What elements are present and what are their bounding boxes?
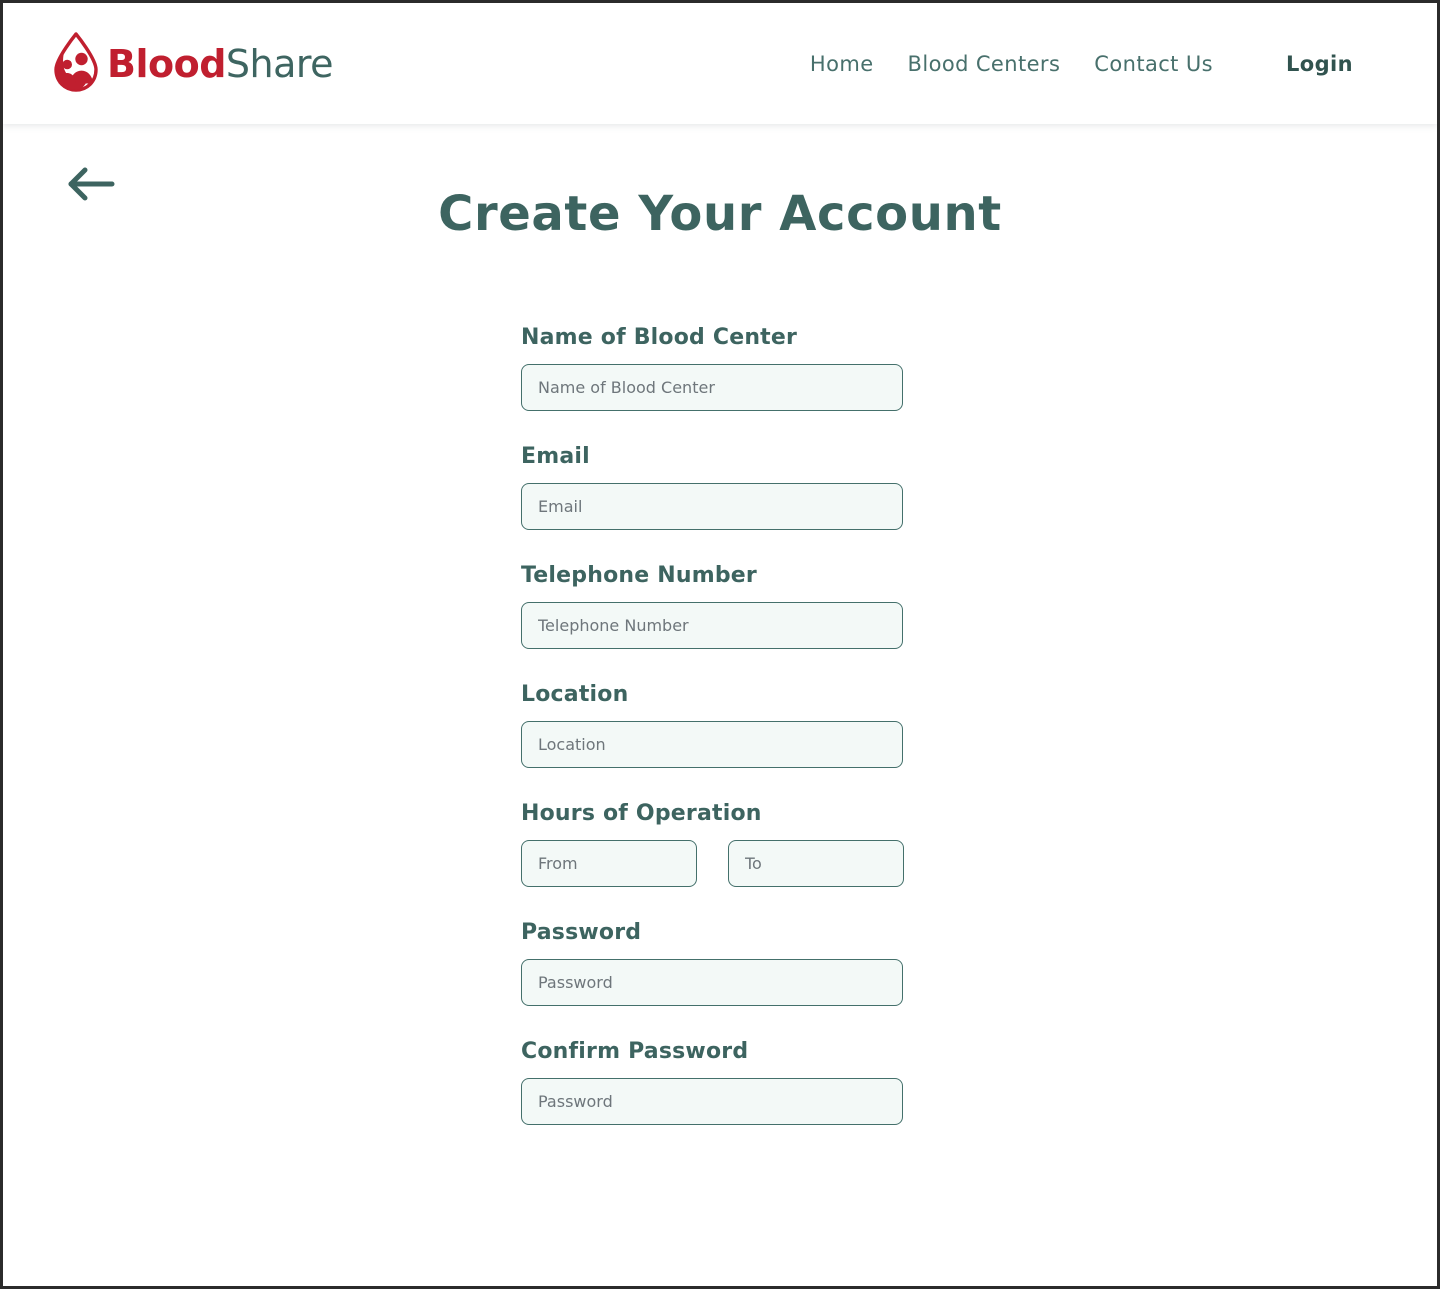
label-hours-of-operation: Hours of Operation xyxy=(521,800,762,826)
form-group-blood-center-name: Name of Blood Center xyxy=(521,325,903,411)
label-location: Location xyxy=(521,681,629,707)
form-group-confirm-password: Confirm Password xyxy=(521,1039,903,1125)
hours-row xyxy=(521,839,904,887)
nav-item-blood-centers[interactable]: Blood Centers xyxy=(891,44,1078,84)
form-group-telephone: Telephone Number xyxy=(521,563,903,649)
input-blood-center-name[interactable] xyxy=(521,363,903,411)
form-group-password: Password xyxy=(521,920,903,1006)
blood-drop-people-icon xyxy=(51,31,101,97)
arrow-left-icon xyxy=(64,166,116,205)
input-hours-from[interactable] xyxy=(521,839,697,887)
brand-text-secondary: Share xyxy=(225,41,334,86)
label-blood-center-name: Name of Blood Center xyxy=(521,324,798,350)
input-password[interactable] xyxy=(521,958,903,1006)
page-title: Create Your Account xyxy=(438,186,1002,242)
label-email: Email xyxy=(521,443,590,469)
form-bottom-spacer xyxy=(521,1158,903,1192)
nav-item-home[interactable]: Home xyxy=(793,44,891,84)
nav-item-contact-us[interactable]: Contact Us xyxy=(1077,44,1230,84)
signup-form: Name of Blood Center Email Telephone Num… xyxy=(521,241,904,1192)
brand-text-primary: Blood xyxy=(107,41,226,86)
main-navigation: Home Blood Centers Contact Us Login xyxy=(793,44,1353,84)
form-group-email: Email xyxy=(521,444,903,530)
input-email[interactable] xyxy=(521,482,903,530)
input-location[interactable] xyxy=(521,720,903,768)
input-confirm-password[interactable] xyxy=(521,1077,903,1125)
browser-viewport: BloodShare Home Blood Centers Contact Us… xyxy=(0,0,1440,1289)
input-hours-to[interactable] xyxy=(728,839,904,887)
brand-logo[interactable]: BloodShare xyxy=(51,31,334,97)
form-group-location: Location xyxy=(521,682,903,768)
page-body: Create Your Account Name of Blood Center… xyxy=(3,124,1437,1192)
back-button[interactable] xyxy=(60,161,120,209)
login-button[interactable]: Login xyxy=(1269,44,1353,84)
label-telephone: Telephone Number xyxy=(521,562,757,588)
site-header: BloodShare Home Blood Centers Contact Us… xyxy=(3,3,1437,124)
label-password: Password xyxy=(521,919,642,945)
label-confirm-password: Confirm Password xyxy=(521,1038,749,1064)
input-telephone[interactable] xyxy=(521,601,903,649)
form-group-hours-of-operation: Hours of Operation xyxy=(521,800,904,887)
